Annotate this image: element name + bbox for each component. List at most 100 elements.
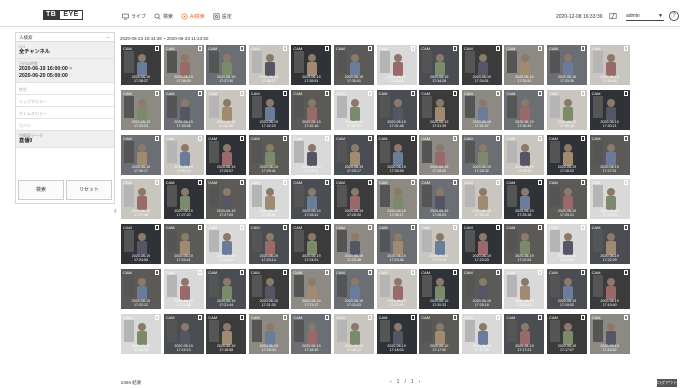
- result-thumbnail[interactable]: CAM 2020-06-19 17:20:33: [419, 269, 460, 309]
- result-thumbnail[interactable]: CAM 2020-06-19 17:23:03: [461, 224, 502, 265]
- bookmark-icon[interactable]: [581, 90, 585, 96]
- bookmark-icon[interactable]: [368, 180, 372, 186]
- user-icon[interactable]: [609, 12, 617, 20]
- result-thumbnail[interactable]: CAM 2020-06-19 17:33:35: [547, 45, 587, 85]
- bookmark-icon[interactable]: [282, 46, 287, 51]
- result-thumbnail[interactable]: CAM 2020-06-19 17:20:05: [504, 269, 545, 309]
- result-thumbnail[interactable]: CAM 2020-06-19 17:38:09: [163, 45, 204, 85]
- bookmark-icon[interactable]: [325, 90, 330, 96]
- result-thumbnail[interactable]: CAM 2020-06-19 17:21:03: [334, 269, 374, 309]
- result-thumbnail[interactable]: CAM 2020-06-19 17:21:44: [206, 269, 247, 309]
- bookmark-icon[interactable]: [410, 46, 415, 51]
- result-thumbnail[interactable]: CAM 2020-06-19 17:27:36: [121, 179, 161, 220]
- result-thumbnail[interactable]: CAM 2020-06-19 17:17:36: [461, 313, 502, 354]
- bookmark-icon[interactable]: [495, 225, 500, 231]
- user-select[interactable]: admin ▼: [626, 12, 664, 21]
- reset-button[interactable]: リセット: [66, 180, 112, 200]
- result-thumbnail[interactable]: CAM 2020-06-19 17:19:28: [121, 313, 161, 354]
- result-thumbnail[interactable]: CAM 2020-06-19 17:28:32: [461, 134, 502, 175]
- bookmark-icon[interactable]: [282, 90, 287, 96]
- bookmark-icon[interactable]: [623, 225, 628, 231]
- bookmark-icon[interactable]: [538, 314, 543, 320]
- bookmark-icon[interactable]: [453, 46, 458, 51]
- result-thumbnail[interactable]: CAM 2020-06-19 17:17:21: [504, 313, 545, 354]
- result-thumbnail[interactable]: CAM 2020-06-19 17:29:31: [291, 134, 332, 175]
- result-thumbnail[interactable]: CAM 2020-06-19 17:24:01: [291, 224, 332, 265]
- bookmark-icon[interactable]: [325, 180, 330, 186]
- bookmark-icon[interactable]: [410, 135, 415, 141]
- date-field[interactable]: 日付&時間 2020-06-19 16:00:00 ~ 2020-06-20 0…: [16, 59, 114, 83]
- result-thumbnail[interactable]: CAM 2020-06-19 17:29:17: [334, 134, 374, 175]
- result-thumbnail[interactable]: CAM 2020-06-19 17:27:51: [589, 134, 630, 175]
- bookmark-icon[interactable]: [623, 90, 628, 96]
- bookmark-icon[interactable]: [581, 314, 585, 320]
- bookmark-icon[interactable]: [410, 270, 415, 275]
- result-thumbnail[interactable]: CAM 2020-06-19 17:33:51: [504, 45, 545, 85]
- result-thumbnail[interactable]: CAM 2020-06-19 17:28:59: [376, 134, 417, 175]
- bookmark-icon[interactable]: [240, 270, 245, 275]
- result-thumbnail[interactable]: CAM 2020-06-19 17:30:17: [121, 134, 161, 175]
- result-thumbnail[interactable]: CAM 2020-06-19 17:24:14: [248, 224, 289, 265]
- channel-field[interactable]: CH 全チャンネル: [16, 42, 114, 59]
- result-thumbnail[interactable]: CAM 2020-06-19 17:25:09: [589, 179, 630, 220]
- bookmark-icon[interactable]: [453, 180, 458, 186]
- result-thumbnail[interactable]: CAM 2020-06-19 17:32:16: [291, 89, 332, 130]
- lower-color-field[interactable]: ボトムスカラー: [16, 107, 114, 119]
- bookmark-icon[interactable]: [325, 46, 330, 51]
- result-thumbnail[interactable]: CAM 2020-06-19 17:32:45: [206, 89, 247, 130]
- result-thumbnail[interactable]: CAM 2020-06-19 17:19:40: [589, 269, 630, 309]
- bookmark-icon[interactable]: [368, 135, 372, 141]
- bookmark-icon[interactable]: [325, 314, 330, 320]
- bookmark-icon[interactable]: [197, 90, 202, 96]
- bookmark-icon[interactable]: [538, 180, 543, 186]
- result-thumbnail[interactable]: CAM 2020-06-19 17:31:35: [419, 89, 460, 130]
- panel-collapse-button[interactable]: —: [106, 33, 111, 42]
- result-thumbnail[interactable]: CAM 2020-06-19 17:23:36: [376, 224, 417, 265]
- result-thumbnail[interactable]: CAM 2020-06-19 17:22:51: [504, 224, 545, 265]
- result-thumbnail[interactable]: CAM 2020-06-19 17:23:48: [334, 224, 374, 265]
- result-thumbnail[interactable]: CAM 2020-06-19 17:22:40: [547, 224, 587, 265]
- bookmark-icon[interactable]: [538, 270, 543, 275]
- bookmark-icon[interactable]: [368, 90, 372, 96]
- bookmark-icon[interactable]: [197, 314, 202, 320]
- search-button[interactable]: 検索: [18, 180, 64, 200]
- bookmark-icon[interactable]: [495, 46, 500, 51]
- corner-button[interactable]: ログアウト: [657, 379, 677, 387]
- bookmark-icon[interactable]: [410, 225, 415, 231]
- bookmark-icon[interactable]: [495, 135, 500, 141]
- bookmark-icon[interactable]: [155, 180, 159, 186]
- bookmark-icon[interactable]: [240, 314, 245, 320]
- result-thumbnail[interactable]: CAM 2020-06-19 17:24:41: [163, 224, 204, 265]
- bookmark-icon[interactable]: [197, 270, 202, 275]
- current-page[interactable]: 1: [397, 379, 400, 385]
- result-thumbnail[interactable]: CAM 2020-06-19 17:26:03: [419, 179, 460, 220]
- result-thumbnail[interactable]: CAM 2020-06-19 17:36:37: [248, 45, 289, 85]
- bookmark-icon[interactable]: [325, 270, 330, 275]
- help-icon[interactable]: ?: [669, 11, 679, 21]
- bookmark-icon[interactable]: [495, 270, 500, 275]
- bookmark-icon[interactable]: [368, 46, 372, 51]
- result-thumbnail[interactable]: CAM 2020-06-19 17:16:52: [589, 313, 630, 354]
- result-thumbnail[interactable]: CAM 2020-06-19 17:30:49: [504, 89, 545, 130]
- bookmark-icon[interactable]: [240, 180, 245, 186]
- result-thumbnail[interactable]: CAM 2020-06-19 17:32:01: [334, 89, 374, 130]
- result-thumbnail[interactable]: CAM 2020-06-19 17:19:13: [163, 313, 204, 354]
- result-thumbnail[interactable]: CAM 2020-06-19 17:18:04: [376, 313, 417, 354]
- bookmark-icon[interactable]: [282, 270, 287, 275]
- attribute-field[interactable]: 特徴量データ 直値0: [16, 131, 114, 148]
- bookmark-icon[interactable]: [240, 46, 245, 51]
- bookmark-icon[interactable]: [197, 225, 202, 231]
- bookmark-icon[interactable]: [453, 135, 458, 141]
- result-thumbnail[interactable]: CAM 2020-06-19 17:21:17: [291, 269, 332, 309]
- result-thumbnail[interactable]: CAM 2020-06-19 17:17:07: [547, 313, 587, 354]
- result-thumbnail[interactable]: CAM 2020-06-19 17:33:23: [121, 89, 161, 130]
- result-thumbnail[interactable]: CAM 2020-06-19 17:27:05: [206, 179, 247, 220]
- result-thumbnail[interactable]: CAM 2020-06-19 17:28:02: [547, 134, 587, 175]
- nav-ai-search[interactable]: AI検索: [181, 13, 205, 20]
- bookmark-icon[interactable]: [495, 180, 500, 186]
- result-thumbnail[interactable]: CAM 2020-06-19 17:17:50: [419, 313, 460, 354]
- bookmark-icon[interactable]: [623, 46, 628, 51]
- result-thumbnail[interactable]: CAM 2020-06-19 17:25:38: [504, 179, 545, 220]
- result-thumbnail[interactable]: CAM 2020-06-19 17:34:01: [461, 45, 502, 85]
- result-thumbnail[interactable]: CAM 2020-06-19 17:35:51: [334, 45, 374, 85]
